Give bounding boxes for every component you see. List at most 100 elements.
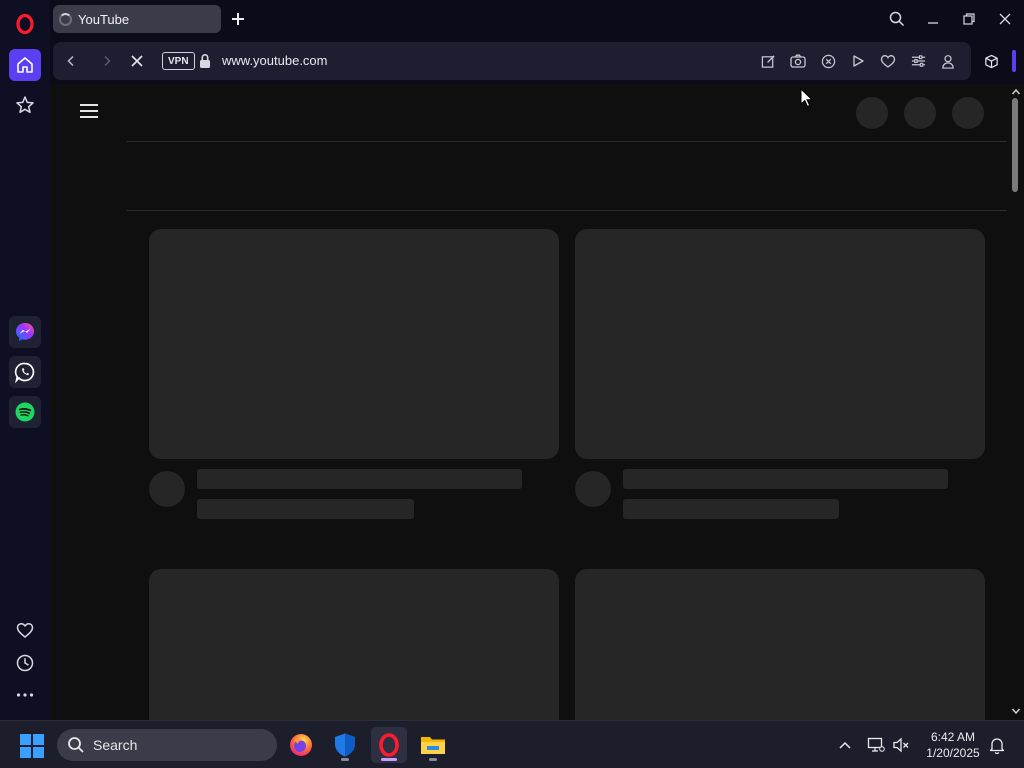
plus-icon (232, 13, 244, 25)
video-popout-button[interactable] (849, 52, 867, 70)
stop-loading-button[interactable] (127, 51, 147, 71)
sidebar-item-history[interactable] (9, 647, 41, 679)
back-arrow-icon (67, 55, 74, 67)
sidebar-item-spotify[interactable] (9, 396, 41, 428)
block-icon (821, 54, 835, 68)
video-thumbnail-placeholder (149, 569, 559, 720)
video-meta-placeholder (197, 499, 414, 519)
scroll-up-icon[interactable] (1011, 87, 1021, 97)
scroll-down-icon[interactable] (1011, 706, 1021, 716)
minimize-icon (928, 22, 938, 24)
camera-icon (790, 54, 806, 68)
volume-muted-icon (893, 737, 909, 753)
sidebar-item-messenger[interactable] (9, 316, 41, 348)
video-thumbnail-placeholder (575, 569, 985, 720)
vpn-badge[interactable]: VPN (162, 52, 195, 70)
loading-spinner-icon (59, 12, 72, 26)
whatsapp-icon (14, 362, 35, 383)
taskbar-app-file-explorer[interactable] (415, 727, 451, 763)
search-placeholder: Search (93, 737, 138, 753)
edit-icon (761, 54, 775, 68)
search-icon (889, 11, 905, 27)
chevron-up-icon (839, 741, 851, 749)
tab-search-button[interactable] (886, 8, 908, 30)
menu-icon[interactable] (80, 104, 98, 118)
address-bar: VPN www.youtube.com (53, 42, 971, 80)
restore-icon (963, 13, 975, 25)
taskbar-search[interactable]: Search (57, 729, 277, 761)
volume-tray-button[interactable] (891, 735, 911, 755)
restore-button[interactable] (958, 8, 980, 30)
forward-button[interactable] (97, 51, 117, 71)
close-button[interactable] (994, 8, 1016, 30)
forward-arrow-icon (104, 55, 111, 67)
url-text[interactable]: www.youtube.com (222, 53, 328, 68)
video-meta-placeholder (623, 499, 839, 519)
video-title-placeholder (197, 469, 522, 489)
minimize-button[interactable] (922, 8, 944, 30)
lock-icon[interactable] (198, 52, 212, 70)
search-icon (68, 737, 84, 753)
taskbar-app-windows-security[interactable] (327, 727, 363, 763)
user-icon (942, 54, 954, 69)
new-tab-button[interactable] (228, 9, 248, 29)
easy-setup-button[interactable] (909, 52, 927, 70)
bookmark-page-button[interactable] (879, 52, 897, 70)
show-hidden-icons-button[interactable] (835, 735, 855, 755)
network-tray-button[interactable] (866, 735, 886, 755)
page-scrollbar[interactable] (1008, 84, 1024, 720)
channel-avatar-placeholder (149, 471, 185, 507)
clock-time: 6:42 AM (930, 730, 976, 744)
adblock-button[interactable] (819, 52, 837, 70)
star-icon (16, 96, 34, 114)
opera-logo-icon[interactable] (9, 8, 41, 40)
profile-button[interactable] (939, 52, 957, 70)
tab-title: YouTube (78, 11, 130, 27)
tab-youtube[interactable]: YouTube (53, 5, 221, 33)
scrollbar-thumb[interactable] (1012, 98, 1018, 192)
sidebar-toggle-strip[interactable] (1012, 50, 1016, 72)
firefox-icon (290, 734, 312, 756)
home-icon (17, 57, 33, 73)
notifications-button[interactable] (987, 735, 1007, 755)
mouse-cursor-icon (800, 88, 814, 108)
cube-icon (984, 54, 998, 68)
taskbar-app-firefox[interactable] (283, 727, 319, 763)
header-divider (127, 141, 1007, 142)
sliders-icon (911, 55, 925, 67)
opera-sidebar (0, 0, 50, 720)
heart-icon (16, 622, 34, 638)
network-icon (867, 737, 885, 752)
stop-icon (131, 55, 143, 67)
sidebar-item-more[interactable] (9, 679, 41, 711)
file-explorer-icon (421, 737, 445, 754)
sidebar-item-pinboards[interactable] (9, 89, 41, 121)
more-icon (16, 693, 34, 697)
messenger-icon (16, 323, 34, 341)
taskbar-clock[interactable]: 6:42 AM 1/20/2025 (920, 729, 986, 761)
bell-icon (989, 738, 1005, 754)
header-placeholder-circle (856, 97, 888, 129)
start-button[interactable] (20, 734, 44, 758)
clock-icon (16, 654, 34, 672)
spotify-icon (15, 402, 35, 422)
windows-taskbar: Search 6:42 AM 1/20/2025 (0, 720, 1024, 768)
taskbar-app-opera[interactable] (371, 727, 407, 763)
snapshot-button[interactable] (789, 52, 807, 70)
close-icon (999, 13, 1011, 25)
video-title-placeholder (623, 469, 948, 489)
edit-page-button[interactable] (759, 52, 777, 70)
web-page-content (50, 84, 1024, 720)
sidebar-item-whatsapp[interactable] (9, 356, 41, 388)
heart-outline-icon (880, 55, 896, 68)
opera-icon (379, 733, 399, 757)
back-button[interactable] (61, 51, 81, 71)
sidebar-item-bookmarks[interactable] (9, 614, 41, 646)
channel-avatar-placeholder (575, 471, 611, 507)
extensions-button[interactable] (979, 49, 1003, 73)
video-thumbnail-placeholder (575, 229, 985, 459)
sidebar-item-home[interactable] (9, 49, 41, 81)
video-thumbnail-placeholder (149, 229, 559, 459)
windows-security-icon (335, 733, 355, 757)
header-placeholder-circle (904, 97, 936, 129)
